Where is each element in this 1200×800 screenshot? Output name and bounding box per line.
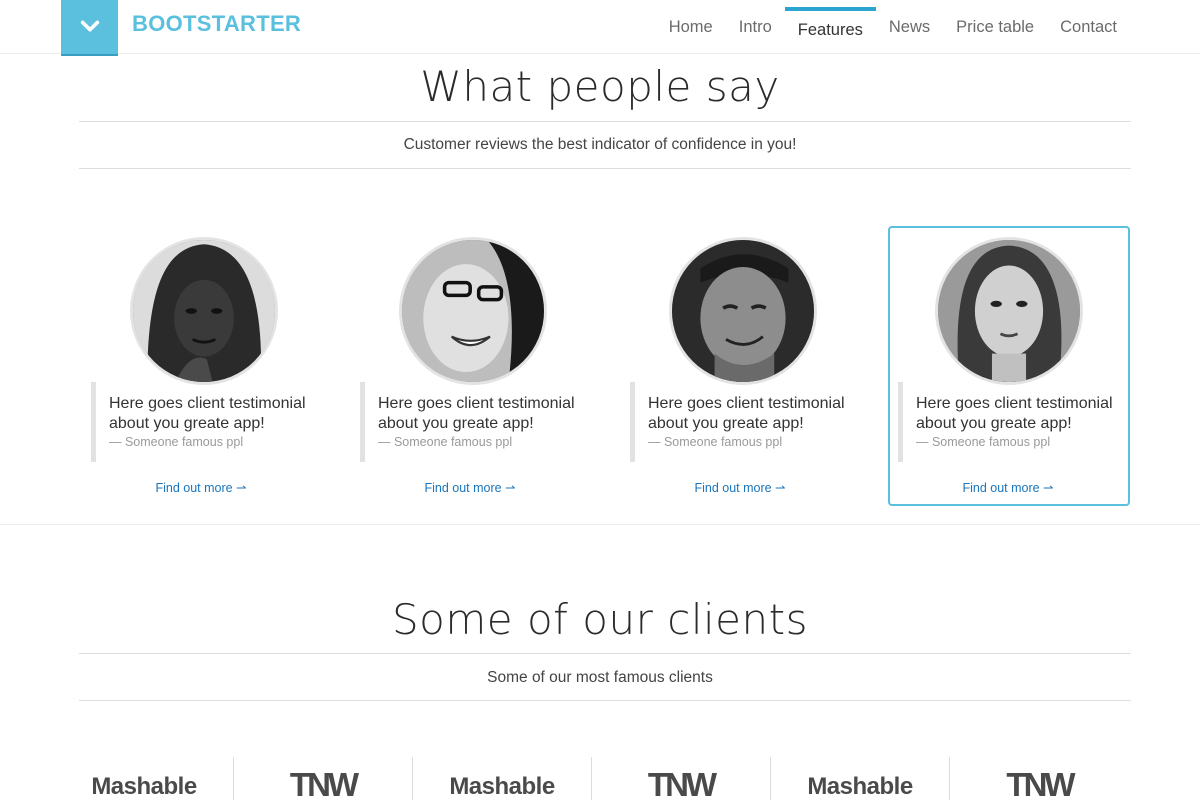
nav-item-news[interactable]: News xyxy=(876,0,943,54)
logo-text: TNW xyxy=(647,766,717,800)
testimonial-quote: Here goes client testimonial about you g… xyxy=(630,382,860,462)
quote-author: — Someone famous ppl xyxy=(109,435,244,449)
divider xyxy=(79,168,1131,169)
logo-text: Mashable xyxy=(807,773,913,800)
testimonial-card: Here goes client testimonial about you g… xyxy=(358,226,600,506)
divider xyxy=(79,700,1131,701)
find-out-more-link[interactable]: Find out more ⇀ xyxy=(630,480,850,495)
find-out-more-link[interactable]: Find out more ⇀ xyxy=(91,480,311,495)
clients-title: Some of our clients xyxy=(392,595,808,644)
testimonial-quote: Here goes client testimonial about you g… xyxy=(91,382,321,462)
avatar xyxy=(130,237,278,385)
testimonial-quote: Here goes client testimonial about you g… xyxy=(360,382,590,462)
main-nav: Home Intro Features News Price table Con… xyxy=(656,0,1130,54)
logo-text: TNW xyxy=(289,766,359,800)
find-out-more-link[interactable]: Find out more ⇀ xyxy=(898,480,1118,495)
client-photo-icon xyxy=(938,240,1080,382)
quote-text: Here goes client testimonial about you g… xyxy=(109,395,306,432)
testimonial-card: Here goes client testimonial about you g… xyxy=(628,226,870,506)
divider xyxy=(79,121,1131,122)
nav-item-price-table[interactable]: Price table xyxy=(943,0,1047,54)
quote-author: — Someone famous ppl xyxy=(378,435,513,449)
client-logo-tnw[interactable]: TNW xyxy=(234,757,413,800)
client-photo-icon xyxy=(402,240,544,382)
nav-item-home[interactable]: Home xyxy=(656,0,726,54)
avatar xyxy=(935,237,1083,385)
client-logo-tnw[interactable]: TNW xyxy=(950,757,1129,800)
client-photo-icon xyxy=(672,240,814,382)
nav-item-intro[interactable]: Intro xyxy=(726,0,785,54)
client-logo-mashable[interactable]: Mashable xyxy=(55,757,234,800)
find-out-more-link[interactable]: Find out more ⇀ xyxy=(360,480,580,495)
quote-text: Here goes client testimonial about you g… xyxy=(648,395,845,432)
nav-item-contact[interactable]: Contact xyxy=(1047,0,1130,54)
testimonial-quote: Here goes client testimonial about you g… xyxy=(898,382,1128,462)
clients-subtitle: Some of our most famous clients xyxy=(487,669,713,686)
chevron-down-icon xyxy=(80,20,99,32)
nav-item-features[interactable]: Features xyxy=(784,0,877,54)
avatar xyxy=(399,237,547,385)
divider xyxy=(79,653,1131,654)
testimonials-subtitle: Customer reviews the best indicator of c… xyxy=(403,136,797,153)
quote-text: Here goes client testimonial about you g… xyxy=(916,395,1113,432)
logo-text: TNW xyxy=(1006,766,1075,800)
client-logo-mashable[interactable]: Mashable xyxy=(413,757,592,800)
logo-text: Mashable xyxy=(91,773,197,800)
client-logo-tnw[interactable]: TNW xyxy=(592,757,771,800)
quote-author: — Someone famous ppl xyxy=(648,435,783,449)
testimonial-card: Here goes client testimonial about you g… xyxy=(89,226,331,506)
client-logo-mashable[interactable]: Mashable xyxy=(771,757,950,800)
section-divider xyxy=(0,524,1200,525)
client-logos: Mashable TNW Mashable TNW Mashable TNW xyxy=(55,757,1155,800)
quote-author: — Someone famous ppl xyxy=(916,435,1051,449)
client-photo-icon xyxy=(133,240,275,382)
brand-name[interactable]: BOOTSTARTER xyxy=(132,11,301,37)
logo-text: Mashable xyxy=(449,773,555,800)
quote-text: Here goes client testimonial about you g… xyxy=(378,395,575,432)
top-navbar: BOOTSTARTER Home Intro Features News Pri… xyxy=(0,0,1200,56)
menu-toggle-button[interactable] xyxy=(61,0,118,56)
avatar xyxy=(669,237,817,385)
testimonials-title: What people say xyxy=(420,62,780,111)
testimonial-card-highlighted[interactable]: Here goes client testimonial about you g… xyxy=(888,226,1130,506)
